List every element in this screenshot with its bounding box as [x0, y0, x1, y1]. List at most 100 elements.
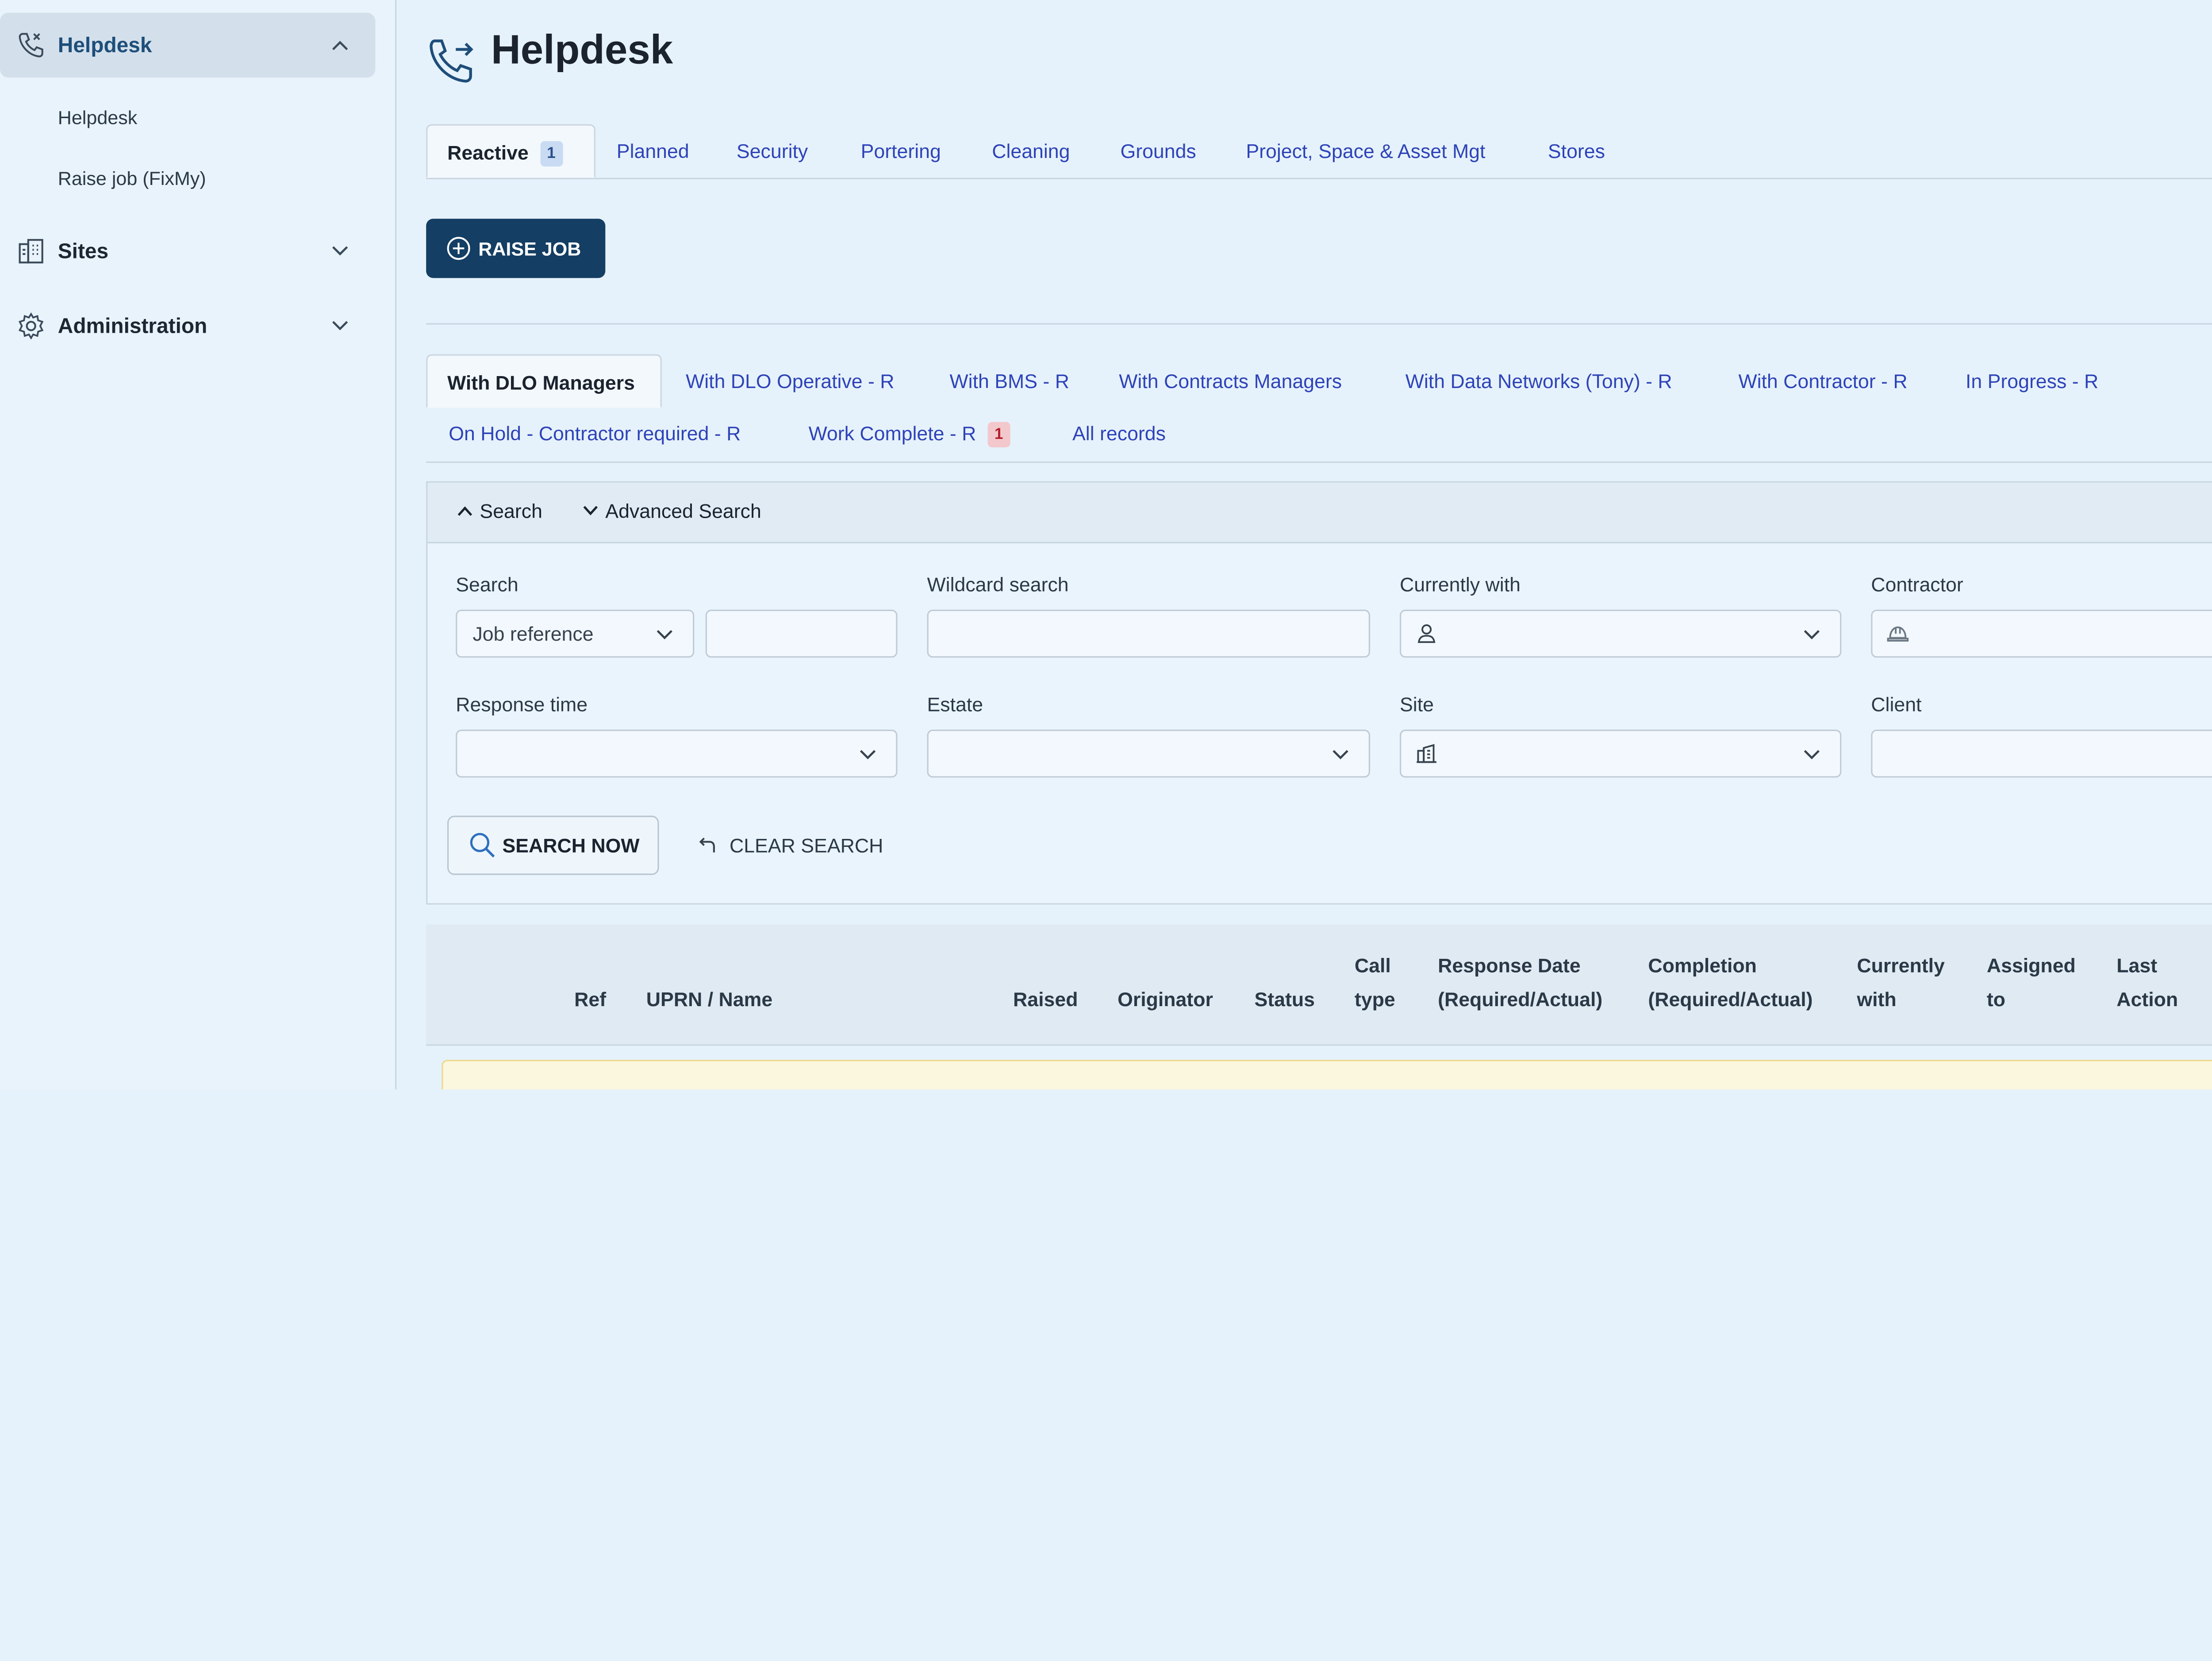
chevron-down-icon[interactable]	[330, 243, 350, 260]
tab-all-records[interactable]: All records	[1072, 407, 1166, 460]
sidebar-item-helpdesk[interactable]: Helpdesk	[0, 12, 376, 78]
chevron-down-icon	[583, 506, 598, 515]
building-icon	[19, 239, 43, 264]
sidebar-subitem-helpdesk[interactable]: Helpdesk	[58, 107, 138, 128]
column-header-text: Completion	[1648, 954, 1757, 977]
column-header-text: Assigned	[1986, 954, 2076, 977]
search-label: Search	[456, 573, 518, 596]
page-title: Helpdesk	[491, 28, 673, 73]
response-time-select[interactable]	[456, 729, 898, 778]
column-header-text: Response Date	[1438, 954, 1581, 977]
divider	[426, 323, 2212, 325]
column-header-status[interactable]: Status	[1254, 982, 1315, 1016]
raise-job-button[interactable]: RAISE JOB	[426, 219, 606, 278]
contractor-select[interactable]	[1871, 609, 2212, 658]
tab-with-dlo-operative[interactable]: With DLO Operative - R	[686, 354, 894, 408]
search-now-label: SEARCH NOW	[502, 834, 640, 857]
sidebar: Helpdesk Helpdesk Raise job (FixMy) Site…	[0, 0, 397, 1090]
phone-icon	[19, 33, 43, 58]
search-toggle[interactable]: Search	[456, 500, 542, 522]
site-label: Site	[1399, 693, 1434, 716]
sidebar-item-administration[interactable]: Administration	[0, 293, 375, 358]
sidebar-item-label: Sites	[58, 239, 109, 263]
tab-with-data-networks[interactable]: With Data Networks (Tony) - R	[1406, 354, 1672, 408]
status-tabs: With DLO Managers With DLO Operative - R…	[426, 354, 2212, 463]
column-header-currently-with[interactable]: Currently with	[1857, 948, 1944, 1016]
tab-cleaning[interactable]: Cleaning	[992, 124, 1070, 178]
tab-on-hold-contractor[interactable]: On Hold - Contractor required - R	[449, 407, 741, 460]
column-header-text: Last	[2116, 954, 2158, 977]
column-header-ref[interactable]: Ref	[574, 982, 606, 1016]
column-header-uprn-name[interactable]: UPRN / Name	[646, 982, 772, 1016]
search-input[interactable]	[705, 609, 898, 658]
results-table-header: Ref UPRN / Name Raised Originator Status…	[426, 924, 2212, 1046]
raise-job-label: RAISE JOB	[478, 238, 581, 259]
advanced-search-toggle[interactable]: Advanced Search	[581, 500, 761, 522]
tab-with-dlo-managers[interactable]: With DLO Managers	[426, 354, 662, 408]
client-select[interactable]	[1871, 729, 2212, 778]
response-time-label: Response time	[456, 693, 588, 716]
tab-with-contractor[interactable]: With Contractor - R	[1738, 354, 1907, 408]
contractor-label: Contractor	[1871, 573, 1963, 596]
column-header-raised[interactable]: Raised	[1013, 982, 1078, 1016]
column-header-response-date[interactable]: Response Date (Required/Actual)	[1438, 948, 1602, 1016]
estate-select[interactable]	[927, 729, 1371, 778]
tab-planned[interactable]: Planned	[617, 124, 689, 178]
plus-circle-icon	[447, 237, 470, 260]
tab-with-contracts-managers[interactable]: With Contracts Managers	[1119, 354, 1342, 408]
sidebar-subitem-raise-job[interactable]: Raise job (FixMy)	[58, 168, 206, 189]
column-header-text: Action	[2116, 988, 2178, 1011]
count-badge: 1	[540, 141, 563, 167]
tab-in-progress[interactable]: In Progress - R	[1966, 354, 2098, 408]
tab-security[interactable]: Security	[737, 124, 808, 178]
tab-label: Reactive	[447, 141, 529, 164]
clear-search-label: CLEAR SEARCH	[729, 834, 883, 857]
chevron-down-icon	[1804, 630, 1820, 640]
column-header-text: (Required/Actual)	[1648, 988, 1813, 1011]
column-header-text: Ref	[574, 988, 607, 1011]
search-toggle-label: Search	[480, 500, 542, 523]
column-header-assigned-to[interactable]: Assigned to	[1987, 948, 2076, 1016]
search-now-button[interactable]: SEARCH NOW	[447, 815, 659, 875]
column-header-text: UPRN / Name	[646, 988, 773, 1011]
column-header-text: (Required/Actual)	[1438, 988, 1603, 1011]
chevron-down-icon[interactable]	[330, 318, 350, 335]
site-select[interactable]	[1399, 729, 1842, 778]
estate-label: Estate	[927, 693, 983, 716]
tab-reactive[interactable]: Reactive 1	[426, 124, 595, 178]
tab-work-complete[interactable]: Work Complete - R 1	[809, 407, 1010, 460]
column-header-text: with	[1857, 988, 1897, 1011]
user-icon	[1417, 624, 1436, 643]
gear-icon	[18, 312, 44, 340]
tab-project-space-asset[interactable]: Project, Space & Asset Mgt	[1246, 124, 1485, 178]
column-header-text: to	[1986, 988, 2005, 1011]
tab-stores[interactable]: Stores	[1548, 124, 1605, 178]
sidebar-item-label: Helpdesk	[58, 33, 152, 58]
column-header-text: type	[1354, 988, 1395, 1011]
wildcard-search-input[interactable]	[927, 609, 1371, 658]
hard-hat-icon	[1887, 626, 1909, 642]
column-header-originator[interactable]: Originator	[1118, 982, 1213, 1016]
client-label: Client	[1871, 693, 1922, 716]
sidebar-item-sites[interactable]: Sites	[0, 219, 375, 284]
tab-portering[interactable]: Portering	[861, 124, 941, 178]
currently-with-select[interactable]	[1399, 609, 1842, 658]
currently-with-label: Currently with	[1399, 573, 1521, 596]
column-header-text: Originator	[1118, 988, 1213, 1011]
chevron-up-icon	[457, 506, 472, 516]
column-header-completion[interactable]: Completion (Required/Actual)	[1648, 948, 1813, 1016]
search-panel: Search Advanced Search Search Wildcard s…	[426, 481, 2212, 905]
column-header-call-type[interactable]: Call type	[1355, 948, 1395, 1016]
column-header-last-action[interactable]: Last Action	[2116, 948, 2178, 1016]
chevron-up-icon[interactable]	[330, 37, 350, 54]
tab-grounds[interactable]: Grounds	[1120, 124, 1196, 178]
sidebar-item-label: Administration	[58, 314, 207, 338]
search-type-select[interactable]: Job reference	[456, 609, 695, 658]
clear-search-button[interactable]: CLEAR SEARCH	[699, 816, 883, 875]
blank-area	[0, 1089, 2212, 1661]
wildcard-label: Wildcard search	[927, 573, 1069, 596]
tab-label: Work Complete - R	[808, 422, 976, 445]
column-header-text: Call	[1354, 954, 1391, 977]
tab-with-bms[interactable]: With BMS - R	[950, 354, 1069, 408]
column-header-text: Raised	[1013, 988, 1078, 1011]
